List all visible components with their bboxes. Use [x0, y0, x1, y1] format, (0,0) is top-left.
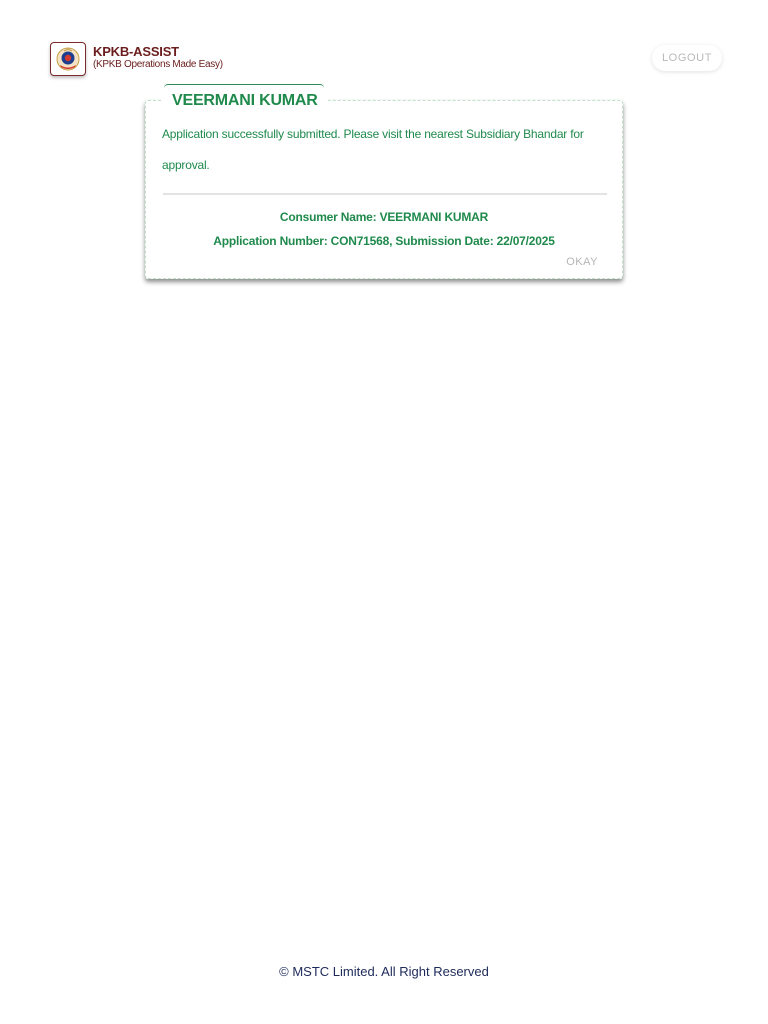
logo [50, 42, 86, 76]
brand-text: KPKB-ASSIST (KPKB Operations Made Easy) [93, 44, 223, 71]
emblem-icon [56, 47, 80, 71]
dialog-divider [163, 193, 607, 195]
okay-button[interactable]: OKAY [566, 256, 598, 268]
logout-button[interactable]: LOGOUT [652, 45, 722, 71]
footer-copyright: © MSTC Limited. All Right Reserved [279, 964, 489, 979]
page: KPKB-ASSIST (KPKB Operations Made Easy) … [0, 0, 768, 1024]
brand: KPKB-ASSIST (KPKB Operations Made Easy) [50, 42, 223, 76]
app-subtitle: (KPKB Operations Made Easy) [93, 59, 223, 70]
consumer-name-line: Consumer Name: VEERMANI KUMAR [279, 210, 489, 224]
dialog-title: VEERMANI KUMAR [162, 91, 328, 111]
submission-dialog: VEERMANI KUMAR Application successfully … [145, 84, 623, 279]
app-title: KPKB-ASSIST [93, 44, 179, 59]
application-details-line: Application Number: CON71568, Submission… [213, 234, 555, 248]
dialog-message: Application successfully submitted. Plea… [162, 127, 584, 172]
